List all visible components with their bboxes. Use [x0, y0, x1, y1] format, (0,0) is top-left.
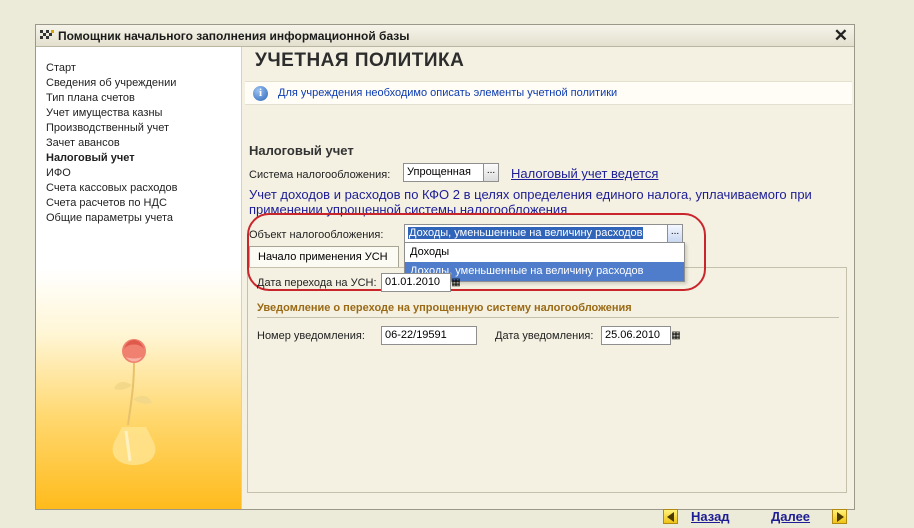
transition-date-field[interactable]: 01.01.2010 — [381, 273, 451, 292]
back-button[interactable]: Назад — [663, 509, 743, 525]
sidebar-nav: Старт Сведения об учреждении Тип плана с… — [46, 61, 177, 226]
sidebar-item-institution-info[interactable]: Сведения об учреждении — [46, 76, 177, 91]
next-link[interactable]: Далее — [771, 509, 810, 524]
info-text: Для учреждения необходимо описать элемен… — [278, 87, 618, 99]
sidebar: Старт Сведения об учреждении Тип плана с… — [36, 47, 242, 509]
tax-system-select-button[interactable]: ... — [483, 163, 499, 182]
next-button[interactable]: Далее — [771, 509, 851, 525]
sidebar-item-cash-expense-accounts[interactable]: Счета кассовых расходов — [46, 181, 177, 196]
title-bar: Помощник начального заполнения информаци… — [36, 25, 854, 47]
arrow-left-icon[interactable] — [663, 509, 678, 524]
sidebar-item-production-accounting[interactable]: Производственный учет — [46, 121, 177, 136]
app-icon — [40, 30, 54, 39]
sidebar-item-treasury-property[interactable]: Учет имущества казны — [46, 106, 177, 121]
wizard-window: Помощник начального заполнения информаци… — [35, 24, 855, 524]
notification-date-field[interactable]: 25.06.2010 — [601, 326, 671, 345]
window-title: Помощник начального заполнения информаци… — [58, 29, 410, 43]
tax-accounting-link[interactable]: Налоговый учет ведется — [511, 166, 658, 181]
sidebar-item-vat-accounts[interactable]: Счета расчетов по НДС — [46, 196, 177, 211]
sidebar-item-advance-offset[interactable]: Зачет авансов — [46, 136, 177, 151]
notification-number-label: Номер уведомления: — [257, 330, 365, 342]
tax-system-label: Система налогообложения: — [249, 169, 391, 181]
page-title: УЧЕТНАЯ ПОЛИТИКА — [255, 50, 465, 71]
section-title-tax-accounting: Налоговый учет — [249, 143, 354, 158]
back-link[interactable]: Назад — [691, 509, 730, 524]
transition-date-label: Дата перехода на УСН: — [257, 277, 377, 289]
info-bar: i Для учреждения необходимо описать элем… — [245, 81, 852, 105]
tab-panel — [247, 267, 847, 493]
sidebar-item-general-parameters[interactable]: Общие параметры учета — [46, 211, 177, 226]
notification-number-field[interactable]: 06-22/19591 — [381, 326, 477, 345]
close-icon[interactable]: ✕ — [834, 26, 848, 45]
calendar-icon[interactable]: ▦ — [669, 328, 683, 343]
main-panel: УЧЕТНАЯ ПОЛИТИКА i Для учреждения необхо… — [243, 47, 854, 524]
sidebar-item-ifo[interactable]: ИФО — [46, 166, 177, 181]
calendar-icon[interactable]: ▦ — [449, 275, 463, 290]
info-icon: i — [253, 86, 268, 101]
sidebar-item-chart-of-accounts[interactable]: Тип плана счетов — [46, 91, 177, 106]
notification-date-label: Дата уведомления: — [495, 330, 594, 342]
sidebar-item-tax-accounting[interactable]: Налоговый учет — [46, 151, 177, 166]
arrow-right-icon[interactable] — [832, 509, 847, 524]
sidebar-item-start[interactable]: Старт — [46, 61, 177, 76]
rose-vase-illustration — [112, 339, 156, 465]
tax-system-field[interactable]: Упрощенная — [403, 163, 485, 182]
notification-section-title: Уведомление о переходе на упрощенную сис… — [257, 302, 839, 318]
